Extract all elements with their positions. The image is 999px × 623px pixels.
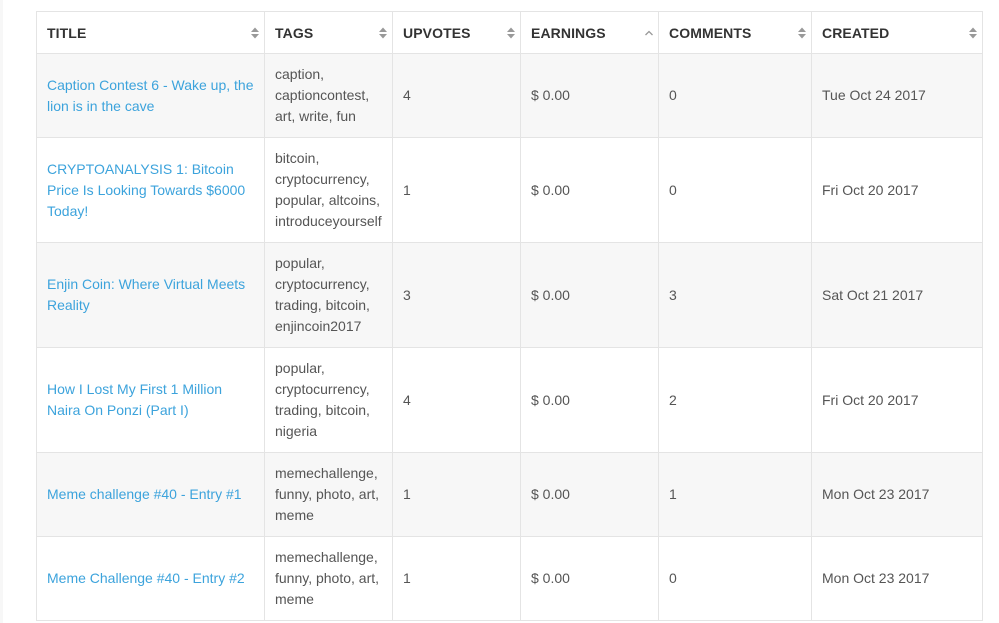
cell-tags: memechallenge, funny, photo, art, meme <box>264 452 393 537</box>
header-label: UPVOTES <box>403 24 471 41</box>
posts-table: TITLE TAGS UPVOTES EARNINGS COMMENTS CRE… <box>36 11 983 621</box>
cell-title: Meme challenge #40 - Entry #1 <box>36 452 265 537</box>
tag-line: captioncontest, <box>275 87 370 103</box>
cell-created: Mon Oct 23 2017 <box>811 536 983 621</box>
cell-earnings: $ 0.00 <box>520 53 659 138</box>
cell-title: Caption Contest 6 - Wake up, the lion is… <box>36 53 265 138</box>
tag-line: memechallenge, <box>275 549 378 565</box>
cell-upvotes: 1 <box>392 137 521 243</box>
header-label: CREATED <box>822 24 890 41</box>
cell-upvotes: 4 <box>392 347 521 453</box>
header-label: EARNINGS <box>531 24 606 41</box>
left-border <box>0 0 3 623</box>
cell-comments: 0 <box>658 536 812 621</box>
cell-comments: 2 <box>658 347 812 453</box>
tag-line: nigeria <box>275 423 318 439</box>
tag-line: funny, photo, art, <box>275 486 380 502</box>
tag-line: trading, bitcoin, <box>275 297 370 313</box>
cell-created: Mon Oct 23 2017 <box>811 452 983 537</box>
table-row: Meme Challenge #40 - Entry #2 memechallen… <box>36 536 983 621</box>
sort-both-icon[interactable] <box>378 26 388 40</box>
header-created[interactable]: CREATED <box>811 11 983 54</box>
sort-both-icon[interactable] <box>797 26 807 40</box>
header-tags[interactable]: TAGS <box>264 11 393 54</box>
tag-line: meme <box>275 591 314 607</box>
cell-upvotes: 3 <box>392 242 521 348</box>
cell-title: CRYPTOANALYSIS 1: Bitcoin Price Is Looki… <box>36 137 265 243</box>
tag-line: memechallenge, <box>275 465 378 481</box>
cell-upvotes: 4 <box>392 53 521 138</box>
cell-earnings: $ 0.00 <box>520 347 659 453</box>
cell-upvotes: 1 <box>392 536 521 621</box>
tag-line: popular, <box>275 360 325 376</box>
cell-upvotes: 1 <box>392 452 521 537</box>
header-comments[interactable]: COMMENTS <box>658 11 812 54</box>
header-earnings[interactable]: EARNINGS <box>520 11 659 54</box>
cell-tags: popular, cryptocurrency, trading, bitcoin,… <box>264 347 393 453</box>
tag-line: trading, bitcoin, <box>275 402 370 418</box>
sort-both-icon[interactable] <box>250 26 260 40</box>
header-label: COMMENTS <box>669 24 752 41</box>
cell-title: How I Lost My First 1 Million Naira On P… <box>36 347 265 453</box>
tag-line: funny, photo, art, <box>275 570 380 586</box>
table-body: Caption Contest 6 - Wake up, the lion is… <box>36 53 983 621</box>
tag-line: bitcoin, <box>275 150 320 166</box>
tag-line: meme <box>275 507 314 523</box>
header-upvotes[interactable]: UPVOTES <box>392 11 521 54</box>
post-title-link[interactable]: Meme challenge #40 - Entry #1 <box>47 486 242 502</box>
cell-earnings: $ 0.00 <box>520 137 659 243</box>
tag-line: popular, <box>275 255 325 271</box>
tag-line: art, write, fun <box>275 108 356 124</box>
post-title-link[interactable]: Caption Contest 6 - Wake up, the lion is… <box>47 77 253 114</box>
cell-tags: bitcoin, cryptocurrency, popular, altcoins… <box>264 137 393 243</box>
cell-comments: 1 <box>658 452 812 537</box>
cell-comments: 0 <box>658 53 812 138</box>
post-title-link[interactable]: CRYPTOANALYSIS 1: Bitcoin Price Is Looki… <box>47 161 245 219</box>
sort-ascending-icon[interactable] <box>644 26 654 40</box>
cell-earnings: $ 0.00 <box>520 536 659 621</box>
tag-line: introduceyourself <box>275 213 382 229</box>
cell-earnings: $ 0.00 <box>520 452 659 537</box>
cell-created: Fri Oct 20 2017 <box>811 347 983 453</box>
tag-line: cryptocurrency, <box>275 171 370 187</box>
tag-line: caption, <box>275 66 325 82</box>
header-label: TITLE <box>47 24 87 41</box>
table-row: Meme challenge #40 - Entry #1 memechallen… <box>36 452 983 537</box>
table-row: Caption Contest 6 - Wake up, the lion is… <box>36 53 983 138</box>
post-title-link[interactable]: Enjin Coin: Where Virtual Meets Reality <box>47 276 245 313</box>
cell-comments: 0 <box>658 137 812 243</box>
cell-title: Meme Challenge #40 - Entry #2 <box>36 536 265 621</box>
cell-earnings: $ 0.00 <box>520 242 659 348</box>
tag-line: enjincoin2017 <box>275 318 362 334</box>
cell-comments: 3 <box>658 242 812 348</box>
cell-created: Fri Oct 20 2017 <box>811 137 983 243</box>
cell-title: Enjin Coin: Where Virtual Meets Reality <box>36 242 265 348</box>
sort-both-icon[interactable] <box>968 26 978 40</box>
cell-tags: caption, captioncontest, art, write, fun <box>264 53 393 138</box>
header-title[interactable]: TITLE <box>36 11 265 54</box>
post-title-link[interactable]: Meme Challenge #40 - Entry #2 <box>47 570 245 586</box>
table-row: CRYPTOANALYSIS 1: Bitcoin Price Is Looki… <box>36 137 983 243</box>
sort-both-icon[interactable] <box>506 26 516 40</box>
cell-tags: memechallenge, funny, photo, art, meme <box>264 536 393 621</box>
post-title-link[interactable]: How I Lost My First 1 Million Naira On P… <box>47 381 222 418</box>
page: TITLE TAGS UPVOTES EARNINGS COMMENTS CRE… <box>0 0 999 623</box>
cell-created: Tue Oct 24 2017 <box>811 53 983 138</box>
tag-line: cryptocurrency, <box>275 276 370 292</box>
header-label: TAGS <box>275 24 314 41</box>
cell-created: Sat Oct 21 2017 <box>811 242 983 348</box>
cell-tags: popular, cryptocurrency, trading, bitcoin,… <box>264 242 393 348</box>
tag-line: cryptocurrency, <box>275 381 370 397</box>
tag-line: popular, altcoins, <box>275 192 381 208</box>
table-row: Enjin Coin: Where Virtual Meets Reality p… <box>36 242 983 348</box>
table-header-row: TITLE TAGS UPVOTES EARNINGS COMMENTS CRE… <box>36 11 983 54</box>
table-row: How I Lost My First 1 Million Naira On P… <box>36 347 983 453</box>
